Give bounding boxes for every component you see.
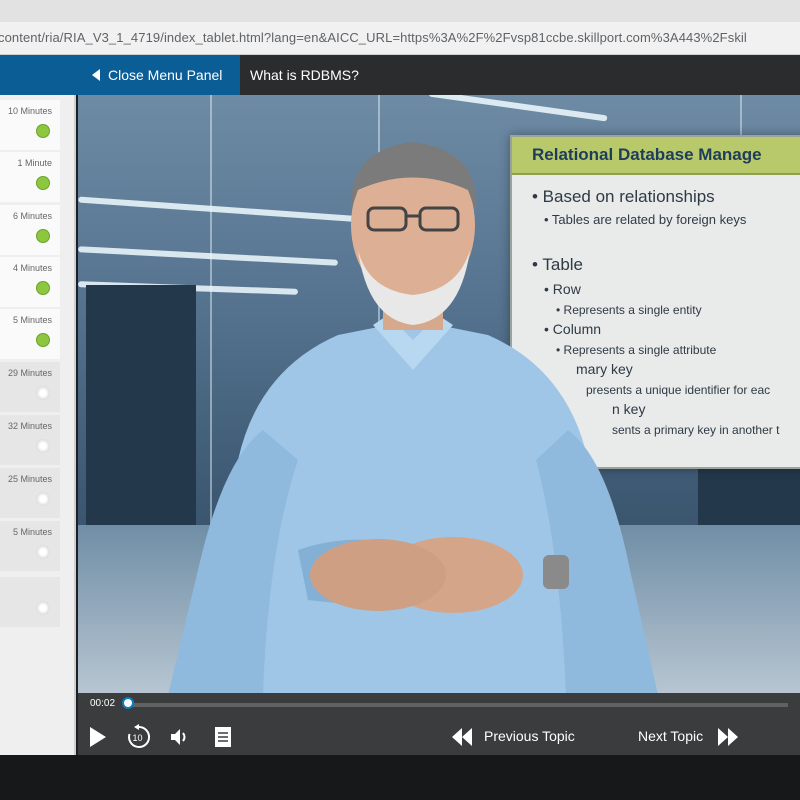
close-menu-panel-label: Close Menu Panel (108, 67, 223, 83)
url-text[interactable]: content/ria/RIA_V3_1_4719/index_tablet.h… (0, 30, 747, 45)
browser-address-bar[interactable]: content/ria/RIA_V3_1_4719/index_tablet.h… (0, 0, 800, 55)
svg-text:10: 10 (133, 733, 143, 743)
ceiling-light (428, 95, 608, 122)
topic-list-item[interactable]: 5 Minutes (0, 309, 60, 359)
topic-list-item[interactable]: 25 Minutes (0, 468, 60, 518)
topic-list-item[interactable]: 5 Minutes (0, 521, 60, 571)
topic-duration: 29 Minutes (7, 368, 52, 378)
transcript-icon[interactable] (214, 726, 232, 748)
topic-list-item[interactable]: 4 Minutes (0, 257, 60, 307)
volume-icon[interactable] (169, 727, 191, 747)
status-icon (36, 492, 50, 506)
topic-duration: 5 Minutes (12, 315, 52, 325)
topic-list-item[interactable] (0, 577, 60, 627)
browser-tab-strip (0, 0, 800, 22)
topic-duration: 25 Minutes (7, 474, 52, 484)
video-player[interactable]: Relational Database Manage • Based on re… (78, 95, 800, 693)
status-icon (36, 545, 50, 559)
topic-list-item[interactable]: 1 Minute (0, 152, 60, 202)
topic-duration: 6 Minutes (12, 211, 52, 221)
progress-handle[interactable] (122, 697, 134, 709)
topic-duration: 32 Minutes (7, 421, 52, 431)
status-icon (36, 601, 50, 615)
status-icon (36, 281, 50, 295)
player-control-bar: 00:02 10 Previous Topic Next Topic (78, 693, 800, 755)
status-icon (36, 124, 50, 138)
status-icon (36, 176, 50, 190)
current-time: 00:02 (90, 698, 116, 709)
topic-menu-panel: 10 Minutes 1 Minute 6 Minutes 4 Minutes … (0, 95, 76, 755)
previous-topic-icon (452, 728, 472, 746)
progress-bar[interactable] (122, 697, 788, 709)
status-icon (36, 333, 50, 347)
topic-list-item[interactable]: 32 Minutes (0, 415, 60, 465)
topic-duration: 10 Minutes (7, 106, 52, 116)
topic-list-item[interactable]: 10 Minutes (0, 100, 60, 150)
topic-list-item[interactable]: 29 Minutes (0, 362, 60, 412)
topic-title: What is RDBMS? (250, 67, 359, 83)
status-icon (36, 229, 50, 243)
topic-duration: 5 Minutes (12, 527, 52, 537)
replay-10-icon[interactable]: 10 (126, 724, 152, 750)
presenter-image (168, 142, 658, 693)
device-bezel (0, 755, 800, 800)
status-icon (36, 439, 50, 453)
chevron-left-icon (92, 69, 100, 81)
previous-topic-label: Previous Topic (484, 728, 575, 744)
play-icon[interactable] (88, 725, 108, 749)
topic-duration: 4 Minutes (12, 263, 52, 273)
topic-list-item[interactable]: 6 Minutes (0, 205, 60, 255)
status-icon (36, 386, 50, 400)
previous-topic-button[interactable]: Previous Topic (450, 726, 590, 748)
next-topic-icon (718, 728, 738, 746)
close-menu-panel-button[interactable]: Close Menu Panel (0, 55, 240, 95)
next-topic-label: Next Topic (638, 728, 704, 744)
topic-duration: 1 Minute (17, 158, 52, 168)
next-topic-button[interactable]: Next Topic (638, 726, 758, 748)
